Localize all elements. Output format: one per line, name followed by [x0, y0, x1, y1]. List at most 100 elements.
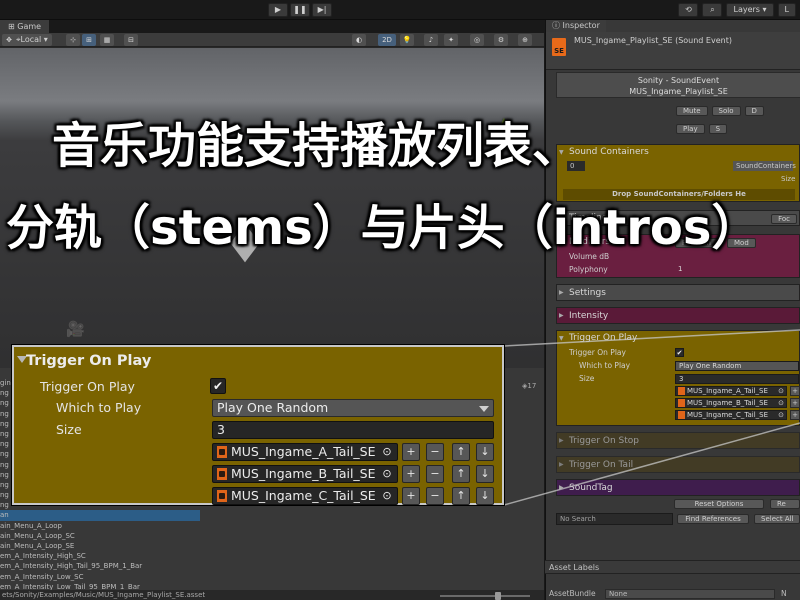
asset-object-field[interactable]: MUS_Ingame_A_Tail_SE ⊙ — [675, 386, 787, 396]
tab-game[interactable]: ⊞ Game — [0, 20, 50, 33]
remove-button[interactable]: − — [426, 487, 444, 505]
gizmos-icon[interactable]: ⚙ — [494, 34, 508, 46]
object-picker-icon[interactable]: ⊙ — [778, 399, 784, 407]
trigger-checkbox[interactable]: ✔ — [675, 348, 684, 357]
sonity-title: Sonity - SoundEvent — [637, 76, 720, 85]
add-asset-button[interactable]: + — [790, 398, 800, 408]
plus-icon: + — [406, 445, 416, 458]
shading-mode-icon[interactable]: ◐ — [352, 34, 366, 46]
pivot-label: Local — [20, 35, 42, 44]
search-icon: ⌕ — [710, 5, 715, 14]
icon-size-slider[interactable] — [440, 592, 530, 600]
list-item[interactable]: ain_Menu_A_Loop_SC — [0, 531, 200, 541]
move-up-button[interactable]: ↑ — [452, 487, 470, 505]
layout-label: L — [784, 5, 789, 14]
asset-object-field[interactable]: MUS_Ingame_C_Tail_SE ⊙ — [675, 410, 787, 420]
re-button[interactable]: Re — [770, 499, 800, 509]
layers-label: Layers — [733, 5, 760, 14]
pause-button[interactable]: ❚❚ — [290, 3, 310, 17]
hidden-objects-icon[interactable]: ◎ — [470, 34, 484, 46]
object-picker-icon[interactable]: ⊙ — [778, 387, 784, 395]
zoom-which-dropdown[interactable]: Play One Random — [212, 399, 494, 417]
camera-icon: 🎥 — [66, 320, 85, 338]
zoom-asset-object-field[interactable]: MUS_Ingame_A_Tail_SE ⊙ — [212, 443, 398, 461]
object-picker-icon[interactable]: ⊙ — [778, 411, 784, 419]
zoom-asset-object-field[interactable]: MUS_Ingame_B_Tail_SE ⊙ — [212, 465, 398, 483]
pivot-dropdown[interactable]: ⌖Local ▾ — [12, 34, 52, 46]
reset-options-button[interactable]: Reset Options — [674, 499, 764, 509]
tab-inspector[interactable]: ⓘ Inspector — [546, 20, 606, 32]
trigger-on-tail-label: Trigger On Tail — [557, 457, 799, 473]
sound-file-icon — [678, 399, 685, 407]
list-item[interactable]: em_A_Intensity_High_SC — [0, 551, 200, 561]
add-button[interactable]: + — [402, 465, 420, 483]
sound-file-icon — [217, 468, 227, 480]
layout-dropdown[interactable]: L — [777, 3, 796, 17]
section-trigger-on-tail[interactable]: Trigger On Tail — [556, 456, 800, 473]
add-asset-button[interactable]: + — [790, 386, 800, 396]
remove-button[interactable]: − — [426, 443, 444, 461]
add-asset-button[interactable]: + — [790, 410, 800, 420]
d-button[interactable]: D — [744, 106, 764, 116]
play-button[interactable]: ▶ — [268, 3, 288, 17]
move-down-button[interactable]: ↓ — [476, 487, 494, 505]
object-picker-icon[interactable]: ⊙ — [380, 466, 394, 482]
history-button[interactable]: ⟲ — [678, 3, 699, 17]
asset-variant-label: N — [781, 589, 787, 598]
slider-knob[interactable] — [495, 592, 501, 600]
step-button[interactable]: ▶| — [312, 3, 332, 17]
object-picker-icon[interactable]: ⊙ — [380, 488, 394, 504]
audio-icon[interactable]: ♪ — [424, 34, 438, 46]
section-sound-tag[interactable]: SoundTag — [556, 479, 800, 496]
effects-icon[interactable]: ✦ — [444, 34, 458, 46]
find-references-button[interactable]: Find References — [677, 514, 749, 524]
move-up-button[interactable]: ↑ — [452, 443, 470, 461]
list-item[interactable]: ain_Menu_A_Loop — [0, 521, 200, 531]
list-item[interactable]: an — [0, 510, 200, 521]
list-item[interactable]: em_A_Intensity_Low_SC — [0, 572, 200, 582]
polyphony-value[interactable]: 1 — [675, 265, 799, 275]
solo-button[interactable]: Solo — [711, 106, 741, 116]
move-tool-icon[interactable]: ⊹ — [66, 34, 80, 46]
zoomed-trigger-on-play-panel: Trigger On Play Trigger On Play ✔ Which … — [12, 345, 504, 505]
asset-object-field[interactable]: MUS_Ingame_B_Tail_SE ⊙ — [675, 398, 787, 408]
select-all-button[interactable]: Select All — [754, 514, 800, 524]
move-down-button[interactable]: ↓ — [476, 443, 494, 461]
grid-icon[interactable]: ▦ — [100, 34, 114, 46]
asset-bundle-dropdown[interactable]: None — [605, 589, 775, 599]
zoom-trigger-checkbox[interactable]: ✔ — [210, 378, 226, 394]
section-trigger-on-play[interactable]: Trigger On Play Trigger On Play ✔ Which t… — [556, 330, 800, 426]
project-count-badge: ◈17 — [522, 382, 537, 390]
zoom-asset-object-field[interactable]: MUS_Ingame_C_Tail_SE ⊙ — [212, 487, 398, 505]
which-to-play-dropdown[interactable]: Play One Random — [675, 361, 799, 371]
arrow-down-icon: ↓ — [480, 489, 490, 502]
search-input[interactable]: No Search — [556, 513, 673, 525]
layers-dropdown[interactable]: Layers ▾ — [726, 3, 774, 17]
zoom-size-field[interactable]: 3 — [212, 421, 494, 439]
move-up-button[interactable]: ↑ — [452, 465, 470, 483]
snap-increment-icon[interactable]: ⊟ — [124, 34, 138, 46]
plus-icon: + — [406, 467, 416, 480]
arrow-up-icon: ↑ — [456, 445, 466, 458]
lighting-icon[interactable]: 💡 — [400, 34, 414, 46]
mute-button[interactable]: Mute — [676, 106, 708, 116]
mode-2d-button[interactable]: 2D — [378, 34, 396, 46]
size-field[interactable]: 3 — [675, 374, 799, 384]
move-down-button[interactable]: ↓ — [476, 465, 494, 483]
list-item[interactable]: ain_Menu_A_Loop_SE — [0, 541, 200, 551]
camera-settings-icon[interactable]: ⊕ — [518, 34, 532, 46]
list-item[interactable]: em_A_Intensity_High_Tail_95_BPM_1_Bar — [0, 561, 200, 571]
add-button[interactable]: + — [402, 487, 420, 505]
zoom-size-value: 3 — [217, 422, 225, 437]
section-settings[interactable]: Settings — [556, 284, 800, 301]
grid-snap-icon[interactable]: ⊞ — [82, 34, 96, 46]
object-picker-icon[interactable]: ⊙ — [380, 444, 394, 460]
trigger-on-stop-label: Trigger On Stop — [557, 433, 799, 449]
section-trigger-on-stop[interactable]: Trigger On Stop — [556, 432, 800, 449]
section-intensity[interactable]: Intensity — [556, 307, 800, 324]
remove-button[interactable]: − — [426, 465, 444, 483]
sound-event-icon: SE — [552, 38, 566, 56]
add-button[interactable]: + — [402, 443, 420, 461]
search-button[interactable]: ⌕ — [702, 3, 723, 17]
trigger-on-play-label: Trigger On Play — [557, 331, 799, 346]
